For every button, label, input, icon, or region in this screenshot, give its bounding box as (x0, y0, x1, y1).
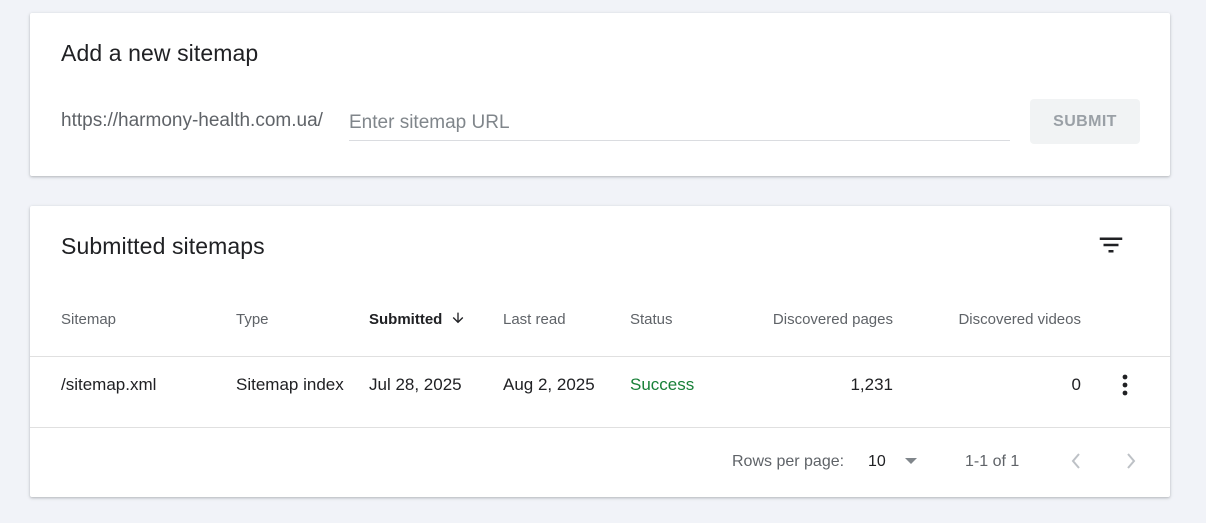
arrow-downward-icon (453, 312, 464, 324)
rows-per-page-label: Rows per page: (732, 453, 845, 470)
column-header-type[interactable]: Type (236, 311, 269, 328)
arrow-drop-down-icon[interactable] (903, 456, 919, 466)
column-header-discovered-pages[interactable]: Discovered pages (730, 311, 893, 328)
cell-last-read: Aug 2, 2025 (503, 375, 595, 394)
column-header-sitemap[interactable]: Sitemap (61, 311, 116, 328)
cell-sitemap[interactable]: /sitemap.xml (61, 375, 156, 395)
column-header-submitted[interactable]: Submitted (369, 311, 466, 328)
pagination-range: 1-1 of 1 (965, 453, 1020, 470)
chevron-left-icon (1071, 453, 1080, 469)
table-divider (30, 427, 1170, 428)
cell-type: Sitemap index (236, 375, 344, 394)
column-header-discovered-videos[interactable]: Discovered videos (910, 311, 1081, 328)
table-divider (30, 356, 1170, 357)
cell-discovered-videos: 0 (1071, 375, 1081, 394)
filter-list-icon[interactable] (1096, 230, 1126, 260)
previous-page-button[interactable] (1064, 449, 1088, 473)
column-header-status[interactable]: Status (630, 311, 673, 328)
status-badge: Success (630, 375, 695, 394)
column-header-last-read[interactable]: Last read (503, 311, 566, 328)
add-sitemap-card: Add a new sitemap https://harmony-health… (30, 13, 1170, 176)
rows-per-page-select[interactable]: 10 (868, 453, 886, 471)
submit-button[interactable]: SUBMIT (1030, 99, 1140, 144)
chevron-right-icon (1127, 453, 1136, 469)
more-vert-icon (1122, 374, 1128, 396)
sitemap-url-prefix: https://harmony-health.com.ua/ (61, 110, 323, 131)
cell-discovered-pages: 1,231 (850, 375, 893, 394)
submitted-sitemaps-card: Submitted sitemaps Sitemap Type Submitte… (30, 206, 1170, 497)
column-header-submitted-label: Submitted (369, 311, 443, 328)
row-menu-button[interactable] (1113, 372, 1137, 398)
add-sitemap-title: Add a new sitemap (61, 40, 259, 66)
next-page-button[interactable] (1119, 449, 1143, 473)
sitemap-url-input[interactable] (349, 109, 1010, 141)
submitted-sitemaps-title: Submitted sitemaps (61, 233, 265, 259)
cell-submitted: Jul 28, 2025 (369, 375, 462, 394)
